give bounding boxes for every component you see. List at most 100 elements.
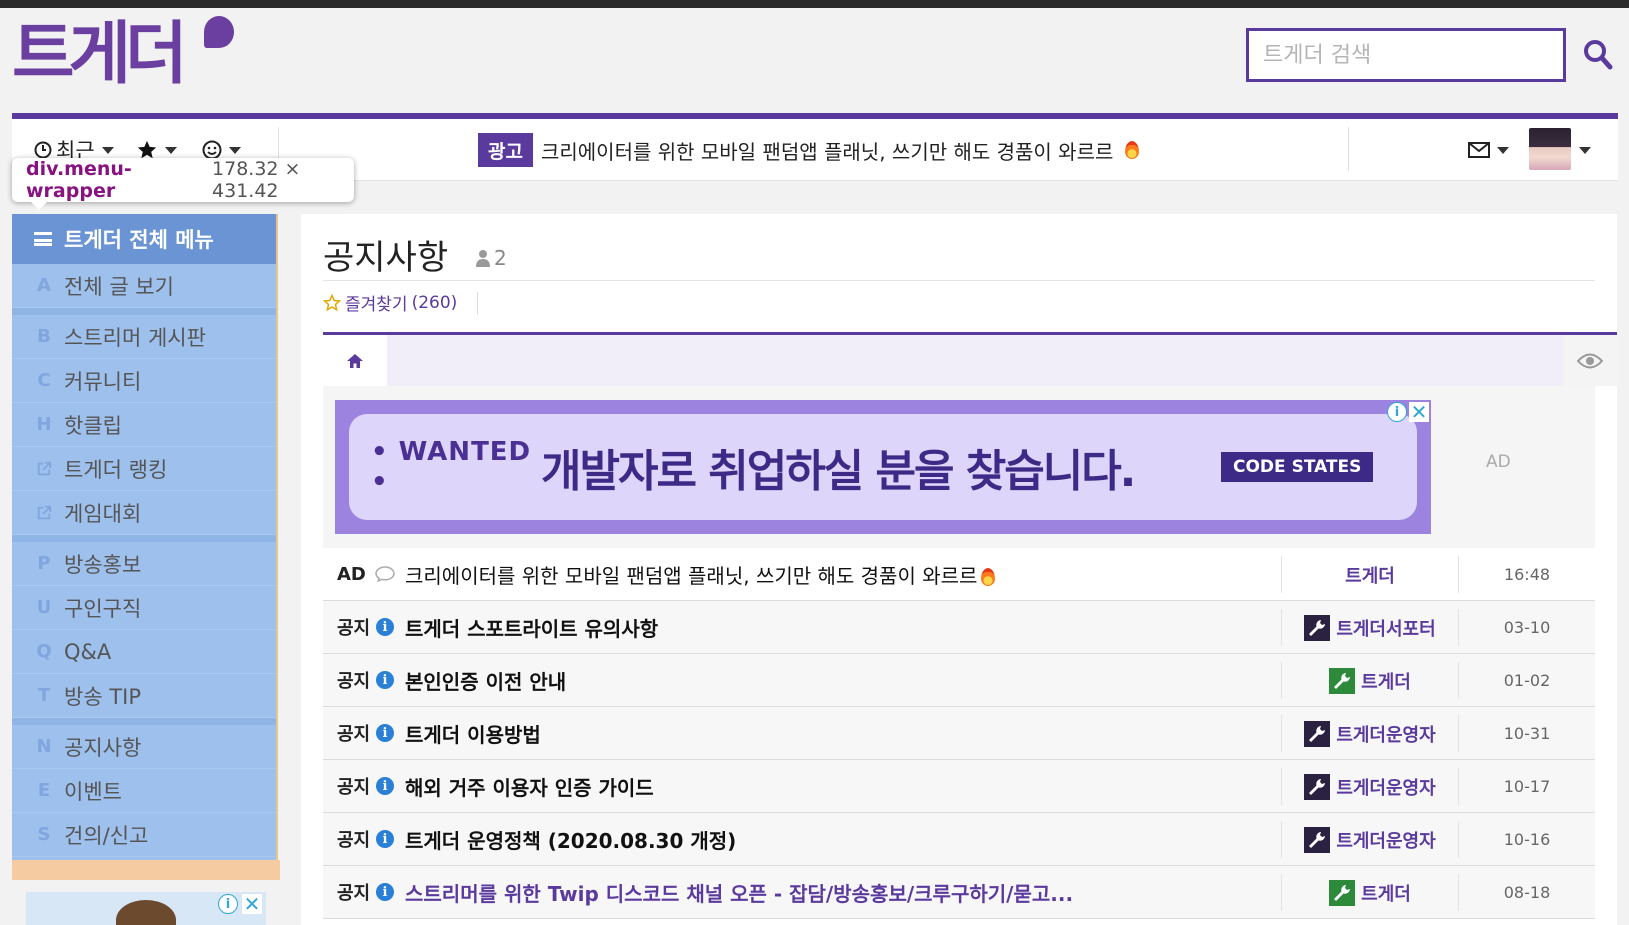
- menu-letter: C: [37, 370, 51, 391]
- sidebar-ad[interactable]: i ✕: [26, 892, 266, 925]
- devtools-tooltip: div.menu-wrapper 178.32 × 431.42: [12, 158, 354, 202]
- close-icon[interactable]: ✕: [1409, 402, 1429, 422]
- nav-ad-banner[interactable]: 광고 크리에이터를 위한 모바일 팬덤앱 플래닛, 쓰기만 해도 경품이 와르르: [478, 133, 1140, 167]
- sidebar-item-label: 구인구직: [64, 596, 142, 621]
- table-row[interactable]: 공지 i 스트리머를 위한 Twip 디스코드 채널 오픈 - 잡담/방송홍보/…: [323, 866, 1595, 919]
- post-date: 10-17: [1503, 777, 1551, 796]
- sidebar-item-tournament[interactable]: 게임대회: [12, 491, 276, 535]
- table-row[interactable]: 공지 i 해외 거주 이용자 인증 가이드 트게더운영자 10-17: [323, 760, 1595, 813]
- table-row[interactable]: 공지 i 본인인증 이전 안내 트게더 01-02: [323, 654, 1595, 707]
- banner-ad-content: • WANTED • 개발자로 취업하실 분을 찾습니다. CODE STATE…: [349, 414, 1417, 520]
- search-icon[interactable]: [1583, 38, 1613, 72]
- sidebar-item-tips[interactable]: T 방송 TIP: [12, 674, 276, 718]
- banner-ad[interactable]: • WANTED • 개발자로 취업하실 분을 찾습니다. CODE STATE…: [335, 400, 1431, 534]
- menu-group-gap: [12, 535, 276, 542]
- sidebar-item-report[interactable]: S 건의/신고: [12, 813, 276, 857]
- sidebar-item-qna[interactable]: Q Q&A: [12, 630, 276, 674]
- table-row[interactable]: 공지 i 트게더 스포트라이트 유의사항 트게더서포터 03-10: [323, 601, 1595, 654]
- menu-letter: A: [37, 275, 51, 296]
- sidebar-item-all-posts[interactable]: A 전체 글 보기: [12, 264, 276, 308]
- post-category: 공지: [337, 883, 371, 904]
- sidebar-item-ranking[interactable]: 트게더 랭킹: [12, 447, 276, 491]
- profile-dropdown[interactable]: [1576, 119, 1591, 181]
- external-link-icon: [37, 461, 52, 475]
- post-author[interactable]: 트게더운영자: [1336, 721, 1435, 747]
- sidebar-item-label: 방송홍보: [64, 552, 142, 577]
- sidebar-item-community[interactable]: C 커뮤니티: [12, 359, 276, 403]
- page-title: 공지사항: [323, 238, 449, 278]
- menu-letter: S: [37, 824, 51, 845]
- ad-area: • WANTED • 개발자로 취업하실 분을 찾습니다. CODE STATE…: [323, 386, 1595, 548]
- post-category: 공지: [337, 777, 371, 798]
- chevron-down-icon: [165, 146, 177, 154]
- sidebar-item-promotion[interactable]: P 방송홍보: [12, 542, 276, 586]
- post-author[interactable]: 트게더운영자: [1336, 774, 1435, 800]
- sidebar-item-label: 이벤트: [64, 779, 122, 804]
- fire-icon: [1125, 141, 1140, 159]
- menu-letter: H: [36, 414, 52, 435]
- logo-text: 트게더: [12, 15, 188, 94]
- menu-letter: N: [36, 736, 52, 757]
- ad-wanted-text: • WANTED •: [371, 437, 532, 497]
- post-author[interactable]: 트게더: [1345, 562, 1395, 588]
- post-author[interactable]: 트게더: [1361, 668, 1411, 694]
- sidebar-item-label: 커뮤니티: [64, 369, 142, 394]
- view-toggle-button[interactable]: [1563, 335, 1617, 386]
- post-author-cell: 트게더운영자: [1281, 715, 1459, 752]
- star-outline-icon: [323, 293, 341, 311]
- messages-dropdown[interactable]: [1468, 119, 1509, 181]
- sidebar-item-event[interactable]: E 이벤트: [12, 769, 276, 813]
- user-avatar[interactable]: [1529, 128, 1571, 170]
- ad-label: AD: [1486, 452, 1511, 472]
- post-category: 공지: [337, 724, 371, 745]
- post-author[interactable]: 트게더운영자: [1336, 827, 1435, 853]
- ad-character-image: [116, 900, 176, 925]
- menu-letter: T: [37, 685, 51, 706]
- wrench-badge-icon: [1304, 773, 1331, 800]
- clock-icon: [34, 141, 52, 159]
- sidebar-item-label: 건의/신고: [64, 823, 149, 848]
- favorite-label: 즐겨찾기: [345, 295, 408, 315]
- post-author[interactable]: 트게더서포터: [1336, 615, 1435, 641]
- chevron-down-icon: [1497, 146, 1509, 154]
- info-icon: i: [371, 618, 399, 636]
- tooltip-element-name: div.menu-wrapper: [26, 158, 132, 202]
- sidebar-item-label: Q&A: [64, 639, 112, 664]
- post-author-cell: 트게더: [1281, 556, 1459, 593]
- post-date: 03-10: [1503, 618, 1551, 637]
- search-box: [1246, 28, 1566, 82]
- adchoices-icon[interactable]: i: [1387, 402, 1407, 422]
- ad-headline: 개발자로 취업하실 분을 찾습니다.: [541, 446, 1136, 497]
- menu-wrapper: 트게더 전체 메뉴 A 전체 글 보기 B 스트리머 게시판 C 커뮤니티 H …: [12, 214, 278, 860]
- sidebar-item-notice[interactable]: N 공지사항: [12, 725, 276, 769]
- favorite-button[interactable]: 즐겨찾기 (260): [323, 290, 457, 315]
- sidebar-item-jobs[interactable]: U 구인구직: [12, 586, 276, 630]
- full-menu-header[interactable]: 트게더 전체 메뉴: [12, 214, 276, 264]
- sidebar-item-label: 핫클립: [64, 413, 122, 438]
- post-date: 10-16: [1503, 830, 1551, 849]
- post-title-text: 크리에이터를 위한 모바일 팬덤앱 플래닛, 쓰기만 해도 경품이 와르르: [405, 563, 978, 588]
- sidebar-item-label: 트게더 랭킹: [64, 457, 168, 482]
- table-row[interactable]: 공지 i 트게더 운영정책 (2020.08.30 개정) 트게더운영자 10-…: [323, 813, 1595, 866]
- search-input[interactable]: [1249, 31, 1563, 79]
- post-category: 공지: [337, 671, 371, 692]
- sidebar-item-streamer-board[interactable]: B 스트리머 게시판: [12, 315, 276, 359]
- wrench-badge-icon: [1304, 720, 1331, 747]
- sidebar-item-hot-clip[interactable]: H 핫클립: [12, 403, 276, 447]
- logo-bubble-icon: [204, 16, 234, 48]
- post-author[interactable]: 트게더: [1361, 880, 1411, 906]
- post-date: 16:48: [1503, 565, 1551, 584]
- info-icon: i: [371, 671, 399, 689]
- post-category: 공지: [337, 830, 371, 851]
- site-logo[interactable]: 트게더: [12, 15, 234, 94]
- info-icon: i: [371, 883, 399, 901]
- info-icon: i: [371, 777, 399, 795]
- tab-home[interactable]: [323, 335, 387, 386]
- post-author-cell: 트게더운영자: [1281, 768, 1459, 805]
- close-icon[interactable]: ✕: [242, 894, 262, 914]
- post-row-ad[interactable]: AD 크리에이터를 위한 모바일 팬덤앱 플래닛, 쓰기만 해도 경품이 와르르…: [323, 548, 1595, 601]
- adchoices-icon[interactable]: i: [218, 894, 238, 914]
- menu-group-gap: [12, 718, 276, 725]
- sidebar-item-label: 방송 TIP: [64, 684, 141, 709]
- table-row[interactable]: 공지 i 트게더 이용방법 트게더운영자 10-31: [323, 707, 1595, 760]
